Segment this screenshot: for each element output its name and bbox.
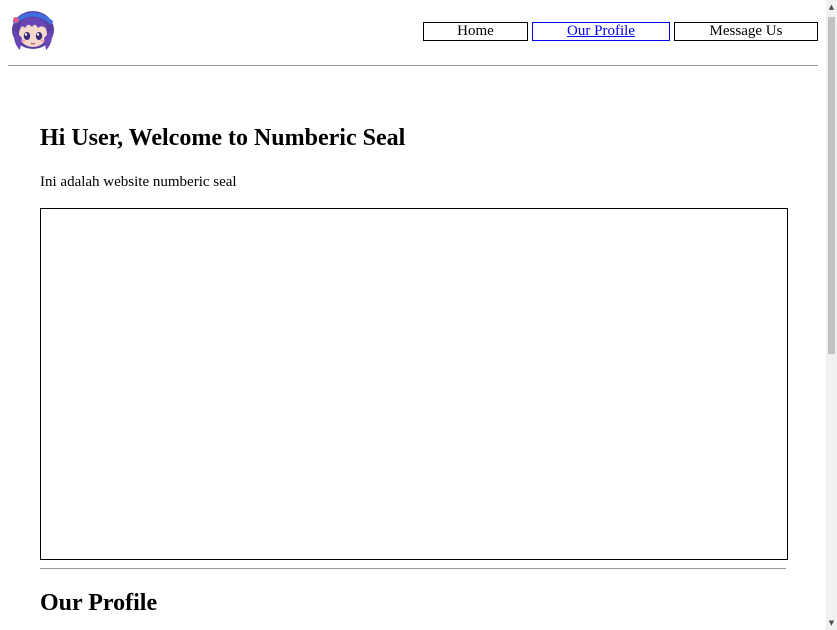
nav-message-us[interactable]: Message Us bbox=[674, 22, 818, 41]
page-title: Hi User, Welcome to Numberic Seal bbox=[40, 125, 406, 151]
page-subtitle: Ini adalah website numberic seal bbox=[40, 174, 237, 190]
page: Home Our Profile Message Us Hi User, Wel… bbox=[0, 0, 826, 630]
embedded-frame[interactable] bbox=[40, 208, 788, 560]
vertical-scrollbar[interactable]: ▲ ▼ bbox=[826, 0, 837, 630]
nav-message-us-label: Message Us bbox=[709, 23, 783, 39]
header-divider bbox=[8, 65, 818, 66]
nav-home[interactable]: Home bbox=[423, 22, 528, 41]
nav-our-profile-label: Our Profile bbox=[567, 23, 635, 39]
anime-girl-avatar-icon[interactable] bbox=[8, 8, 58, 52]
nav-our-profile[interactable]: Our Profile bbox=[532, 22, 670, 41]
scroll-up-arrow-icon[interactable]: ▲ bbox=[826, 0, 837, 14]
section-divider bbox=[40, 568, 786, 569]
section-title-our-profile: Our Profile bbox=[40, 590, 158, 616]
nav-home-label: Home bbox=[457, 23, 494, 39]
scroll-down-arrow-icon[interactable]: ▼ bbox=[826, 616, 837, 630]
scrollbar-thumb[interactable] bbox=[828, 17, 835, 354]
